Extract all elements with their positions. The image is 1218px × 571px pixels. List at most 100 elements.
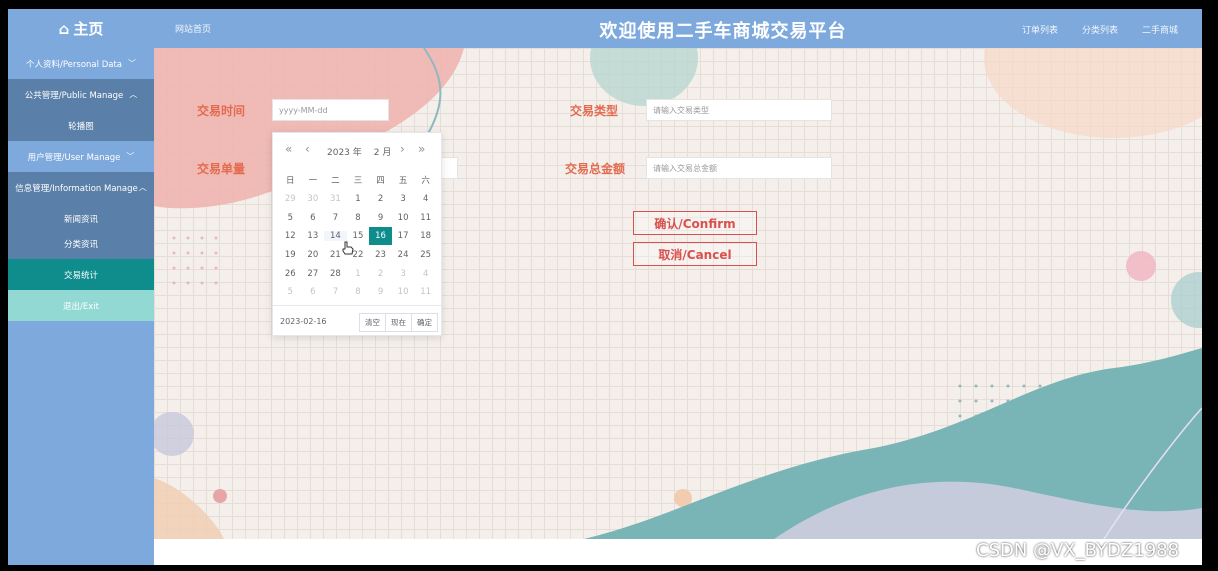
calendar-week: 19 20 21 22 23 24 25: [279, 246, 437, 265]
calendar-day[interactable]: 27: [302, 269, 325, 279]
calendar-day[interactable]: 2: [369, 269, 392, 279]
sidebar-item-label: 交易统计: [63, 270, 98, 281]
month-label[interactable]: 2 月: [374, 145, 392, 158]
calendar-day[interactable]: 9: [369, 213, 392, 223]
home-link[interactable]: ⌂ 主页: [8, 9, 154, 48]
sidebar-item-carousel[interactable]: 轮播图: [8, 110, 154, 141]
calendar-day[interactable]: 15: [347, 231, 370, 241]
prev-month-icon[interactable]: ‹: [305, 142, 310, 156]
weekday-label: 四: [376, 176, 385, 187]
trade-type-input[interactable]: 请输入交易类型: [646, 99, 832, 121]
now-button[interactable]: 现在: [385, 314, 411, 331]
sidebar-item-user-manage[interactable]: 用户管理/User Manage ﹀: [8, 141, 154, 172]
calendar-day[interactable]: 26: [279, 269, 302, 279]
calendar-day[interactable]: 18: [414, 231, 437, 241]
sidebar-item-personal[interactable]: 个人资料/Personal Data ﹀: [8, 48, 154, 79]
trade-time-input[interactable]: yyyy-MM-dd: [272, 99, 389, 121]
sidebar-item-label: 个人资料/Personal Data: [26, 59, 122, 70]
weekday-label: 一: [308, 176, 318, 187]
calendar-week: 29 30 31 1 2 3 4: [279, 190, 437, 209]
shop-link[interactable]: 二手商城: [1142, 23, 1178, 36]
calendar-day[interactable]: 3: [392, 269, 415, 279]
calendar-day[interactable]: 6: [302, 287, 325, 297]
calendar-day[interactable]: 4: [414, 194, 437, 204]
weekday-label: 三: [353, 176, 363, 187]
calendar-day[interactable]: 24: [392, 250, 415, 260]
current-date-value: 2023-02-16: [280, 317, 327, 326]
calendar-day[interactable]: 3: [392, 194, 415, 204]
cancel-button[interactable]: 取消/Cancel: [633, 242, 757, 266]
calendar-day[interactable]: 29: [279, 194, 302, 204]
confirm-button[interactable]: 确认/Confirm: [633, 211, 757, 235]
app-window: ⌂ 主页 网站首页 欢迎使用二手车商城交易平台 订单列表 分类列表 二手商城 个…: [8, 9, 1202, 565]
calendar-day[interactable]: 5: [279, 213, 302, 223]
prev-year-icon[interactable]: «: [285, 142, 292, 156]
calendar-week: 12 13 14 15 16 17 18: [279, 227, 437, 246]
calendar-day[interactable]: 12: [279, 231, 302, 241]
calendar-day[interactable]: 2: [369, 194, 392, 204]
public-submenu: 轮播图: [8, 110, 154, 141]
date-picker-popup: « ‹ 2023 年 2 月 › » 日一二三四五六 29 30 31 1 2 3 4 5 6 7…: [272, 132, 443, 337]
sidebar-item-label: 信息管理/Information Manage: [15, 183, 138, 194]
sidebar-item-label: 新闻资讯: [63, 214, 98, 225]
weekday-label: 六: [421, 176, 430, 187]
sidebar-item-label: 分类资讯: [63, 239, 98, 250]
calendar-day[interactable]: 1: [347, 269, 370, 279]
top-navbar: ⌂ 主页 网站首页 欢迎使用二手车商城交易平台 订单列表 分类列表 二手商城: [8, 9, 1202, 48]
chevron-up-icon: ︿: [129, 90, 138, 99]
calendar-day[interactable]: 23: [369, 250, 392, 260]
chevron-down-icon: ﹀: [128, 59, 136, 68]
clear-button[interactable]: 清空: [360, 314, 385, 331]
year-label[interactable]: 2023 年: [327, 145, 362, 158]
top-links: 订单列表 分类列表 二手商城: [1022, 23, 1178, 36]
calendar-day[interactable]: 31: [324, 194, 347, 204]
calendar-day[interactable]: 8: [347, 287, 370, 297]
calendar-day[interactable]: 20: [302, 250, 325, 260]
categories-link[interactable]: 分类列表: [1082, 23, 1118, 36]
calendar-day[interactable]: 11: [414, 287, 437, 297]
trade-total-label: 交易总金额: [565, 162, 626, 176]
chevron-up-icon: ︿: [138, 183, 147, 192]
calendar-week: 26 27 28 1 2 3 4: [279, 264, 437, 283]
calendar-day[interactable]: 5: [279, 287, 302, 297]
next-month-icon[interactable]: ›: [400, 142, 405, 156]
calendar-day[interactable]: 14: [324, 231, 347, 242]
calendar-day[interactable]: 8: [347, 213, 370, 223]
sidebar-item-news[interactable]: 新闻资讯: [8, 206, 154, 231]
calendar-day[interactable]: 30: [302, 194, 325, 204]
calendar-day[interactable]: 25: [414, 250, 437, 260]
calendar-day[interactable]: 6: [302, 213, 325, 223]
orders-link[interactable]: 订单列表: [1022, 23, 1058, 36]
ok-button[interactable]: 确定: [411, 314, 437, 331]
calendar-day[interactable]: 17: [392, 231, 415, 241]
calendar-grid: 日一二三四五六 29 30 31 1 2 3 4 5 6 7 8 9 10 11 12 13 14 15 16 17 1…: [279, 171, 437, 302]
calendar-day[interactable]: 1: [347, 194, 370, 204]
sidebar-item-category-news[interactable]: 分类资讯: [8, 231, 154, 256]
sidebar-item-label: 公共管理/Public Manage: [24, 90, 124, 101]
sidebar-item-trade-stats[interactable]: 交易统计: [8, 259, 154, 290]
calendar-day[interactable]: 7: [324, 213, 347, 223]
footer-buttons: 清空 现在 确定: [359, 313, 438, 332]
next-year-icon[interactable]: »: [418, 142, 425, 156]
calendar-day[interactable]: 28: [324, 269, 347, 279]
calendar-day[interactable]: 13: [302, 231, 325, 241]
page-title: 欢迎使用二手车商城交易平台: [599, 21, 847, 42]
calendar-day[interactable]: 11: [414, 213, 437, 223]
date-picker-footer: 2023-02-16 清空 现在 确定: [273, 305, 443, 337]
calendar-day[interactable]: 7: [324, 287, 347, 297]
calendar-day[interactable]: 9: [369, 287, 392, 297]
date-picker-header: « ‹ 2023 年 2 月 › »: [273, 133, 443, 167]
calendar-day[interactable]: 10: [392, 213, 415, 223]
sidebar-item-exit[interactable]: 退出/Exit: [8, 290, 154, 321]
calendar-day[interactable]: 4: [414, 269, 437, 279]
sidebar-item-label: 用户管理/User Manage: [27, 152, 121, 163]
sidebar-item-public-manage[interactable]: 公共管理/Public Manage ︿: [8, 79, 154, 110]
site-home-link[interactable]: 网站首页: [175, 22, 211, 35]
calendar-day[interactable]: 19: [279, 250, 302, 260]
trade-total-input[interactable]: 请输入交易总金额: [646, 157, 832, 179]
sidebar: 个人资料/Personal Data ﹀ 公共管理/Public Manage …: [8, 48, 154, 565]
weekday-label: 二: [331, 176, 340, 187]
calendar-day[interactable]: 16: [369, 227, 392, 246]
sidebar-item-info-manage[interactable]: 信息管理/Information Manage ︿: [8, 172, 154, 203]
calendar-day[interactable]: 10: [392, 287, 415, 297]
